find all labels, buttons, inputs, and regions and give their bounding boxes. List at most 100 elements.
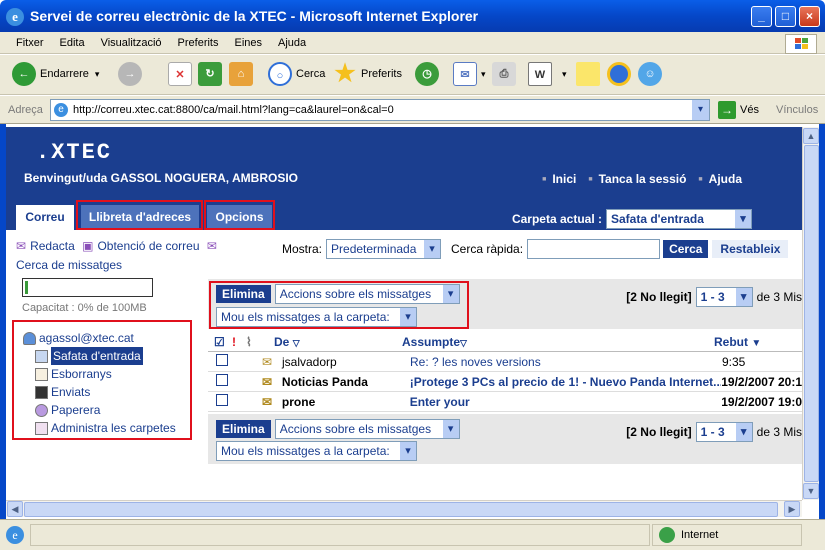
mail-button[interactable]: ✉ ▾ bbox=[453, 62, 486, 86]
refresh-icon: ↻ bbox=[198, 62, 222, 86]
edit-button[interactable]: W ▾ bbox=[528, 62, 567, 86]
refresh-button[interactable]: ↻ bbox=[198, 62, 226, 86]
table-row[interactable]: ✉ jsalvadorp Re: ? les noves versions 9:… bbox=[208, 352, 802, 372]
top-links: Inici Tanca la sessió Ajuda bbox=[530, 172, 742, 186]
back-button[interactable]: ← Endarrere ▾ bbox=[12, 62, 99, 86]
minimize-button[interactable]: _ bbox=[751, 6, 772, 27]
row-checkbox[interactable] bbox=[216, 354, 262, 369]
stop-icon: ✕ bbox=[168, 62, 192, 86]
horizontal-scroll-thumb[interactable] bbox=[24, 502, 778, 517]
research-button[interactable] bbox=[607, 62, 635, 86]
xtec-logo: .XTEC bbox=[36, 140, 113, 165]
drafts-icon bbox=[35, 367, 48, 381]
row-date: 19/2/2007 19:0 bbox=[721, 394, 802, 409]
col-subject[interactable]: Assumpte▽ bbox=[402, 335, 714, 349]
search-messages-link[interactable]: Cerca de missatges bbox=[16, 258, 122, 272]
menu-help[interactable]: Ajuda bbox=[270, 37, 314, 49]
compose-link[interactable]: Redacta bbox=[30, 239, 75, 253]
address-dropdown-icon[interactable]: ▾ bbox=[692, 100, 709, 120]
quick-search-input[interactable] bbox=[527, 239, 661, 259]
show-select[interactable]: Predeterminada bbox=[326, 239, 442, 259]
current-folder-select[interactable]: Safata d'entrada bbox=[606, 209, 752, 229]
star-icon: ★ bbox=[334, 60, 356, 87]
folder-sent[interactable]: Enviats bbox=[35, 383, 193, 401]
go-arrow-icon[interactable]: → bbox=[718, 101, 736, 119]
mail-dropdown-icon[interactable]: ▾ bbox=[481, 69, 486, 80]
folder-trash[interactable]: Paperera bbox=[35, 401, 193, 419]
row-subject[interactable]: Enter your bbox=[410, 395, 722, 409]
account-icon bbox=[23, 331, 36, 345]
links-label[interactable]: Vínculos bbox=[776, 104, 818, 116]
col-date[interactable]: Rebut ▼ bbox=[714, 335, 761, 349]
unread-count-top: [2 No llegit] bbox=[626, 290, 692, 304]
print-button[interactable]: ⎙ bbox=[492, 62, 520, 86]
select-all-checkbox[interactable]: ☑ bbox=[214, 335, 232, 349]
folder-tree: agassol@xtec.cat Safata d'entrada Esborr… bbox=[23, 329, 193, 437]
ie-icon: e bbox=[6, 8, 24, 26]
account-item[interactable]: agassol@xtec.cat bbox=[23, 329, 193, 347]
row-checkbox[interactable] bbox=[216, 374, 262, 389]
row-checkbox[interactable] bbox=[216, 394, 262, 409]
row-date: 9:35 bbox=[722, 354, 746, 369]
title-bar: e Servei de correu electrònic de la XTEC… bbox=[0, 0, 825, 32]
discuss-button[interactable] bbox=[576, 62, 604, 86]
table-row[interactable]: ✉ prone Enter your 19/2/2007 19:0 bbox=[208, 392, 802, 412]
table-row[interactable]: ✉ Noticias Panda ¡Protege 3 PCs al preci… bbox=[208, 372, 802, 392]
folder-manage[interactable]: Administra les carpetes bbox=[35, 419, 193, 437]
address-input[interactable]: e http://correu.xtec.cat:8800/ca/mail.ht… bbox=[50, 99, 710, 121]
move-select-bottom[interactable]: Mou els missatges a la carpeta: bbox=[216, 441, 417, 461]
back-dropdown-icon[interactable]: ▾ bbox=[95, 69, 100, 80]
logout-link[interactable]: Tanca la sessió bbox=[588, 172, 687, 186]
page-info-bottom: [2 No llegit] 1 - 3 de 3 Mis bbox=[626, 422, 802, 442]
folder-manage-label: Administra les carpetes bbox=[51, 421, 176, 435]
menu-tools[interactable]: Eines bbox=[227, 37, 271, 49]
maximize-button[interactable]: □ bbox=[775, 6, 796, 27]
go-button[interactable]: Vés bbox=[740, 104, 759, 116]
tab-mail[interactable]: Correu bbox=[16, 205, 74, 230]
menu-file[interactable]: Fitxer bbox=[8, 37, 52, 49]
menu-view[interactable]: Visualització bbox=[93, 37, 170, 49]
vertical-scroll-thumb[interactable] bbox=[804, 145, 819, 482]
horizontal-scrollbar[interactable]: ◀ ▶ bbox=[6, 500, 802, 517]
help-link[interactable]: Ajuda bbox=[698, 172, 742, 186]
move-row-bottom: Mou els missatges a la carpeta: bbox=[216, 441, 417, 461]
home-link[interactable]: Inici bbox=[542, 172, 576, 186]
range-select-top[interactable]: 1 - 3 bbox=[695, 287, 753, 307]
get-mail-icon: ▣ bbox=[82, 239, 94, 253]
forward-button[interactable]: → bbox=[118, 62, 146, 86]
menu-edit[interactable]: Edita bbox=[52, 37, 93, 49]
favorites-button[interactable]: ★ Preferits bbox=[333, 62, 402, 86]
close-button[interactable]: × bbox=[799, 6, 820, 27]
manage-folders-icon bbox=[35, 421, 48, 435]
scroll-right-icon[interactable]: ▶ bbox=[784, 501, 800, 517]
vertical-scrollbar[interactable]: ▲ ▼ bbox=[802, 127, 819, 500]
print-icon: ⎙ bbox=[492, 62, 516, 86]
menu-favorites[interactable]: Preferits bbox=[170, 37, 227, 49]
scroll-down-icon[interactable]: ▼ bbox=[803, 483, 819, 499]
delete-button-bottom[interactable]: Elimina bbox=[216, 420, 271, 438]
range-select-bottom[interactable]: 1 - 3 bbox=[695, 422, 753, 442]
get-mail-link[interactable]: Obtenció de correu bbox=[97, 239, 199, 253]
current-folder: Carpeta actual : Safata d'entrada bbox=[512, 209, 752, 229]
edit-dropdown-icon[interactable]: ▾ bbox=[562, 69, 567, 80]
row-subject[interactable]: Re: ? les noves versions bbox=[410, 355, 722, 369]
reset-button[interactable]: Restableix bbox=[712, 240, 789, 258]
col-from[interactable]: De ▽ bbox=[274, 335, 402, 349]
search-button[interactable]: ○ Cerca bbox=[268, 62, 325, 86]
quick-search-label: Cerca ràpida: bbox=[451, 242, 524, 256]
messenger-button[interactable]: ☺ bbox=[638, 62, 666, 86]
unread-count-bottom: [2 No llegit] bbox=[626, 425, 692, 439]
scroll-left-icon[interactable]: ◀ bbox=[7, 501, 23, 517]
history-button[interactable]: ◷ bbox=[415, 62, 443, 86]
folder-inbox[interactable]: Safata d'entrada bbox=[35, 347, 193, 365]
home-button[interactable]: ⌂ bbox=[229, 62, 257, 86]
account-label: agassol@xtec.cat bbox=[39, 331, 134, 345]
actions-select-bottom[interactable]: Accions sobre els missatges bbox=[274, 419, 460, 439]
row-subject[interactable]: ¡Protege 3 PCs al precio de 1! - Nuevo P… bbox=[410, 375, 722, 389]
folder-drafts[interactable]: Esborranys bbox=[35, 365, 193, 383]
inbox-icon bbox=[35, 349, 48, 363]
search-submit-button[interactable]: Cerca bbox=[663, 240, 709, 258]
folder-trash-label: Paperera bbox=[51, 403, 101, 417]
stop-button[interactable]: ✕ bbox=[168, 62, 196, 86]
scroll-up-icon[interactable]: ▲ bbox=[803, 128, 819, 144]
